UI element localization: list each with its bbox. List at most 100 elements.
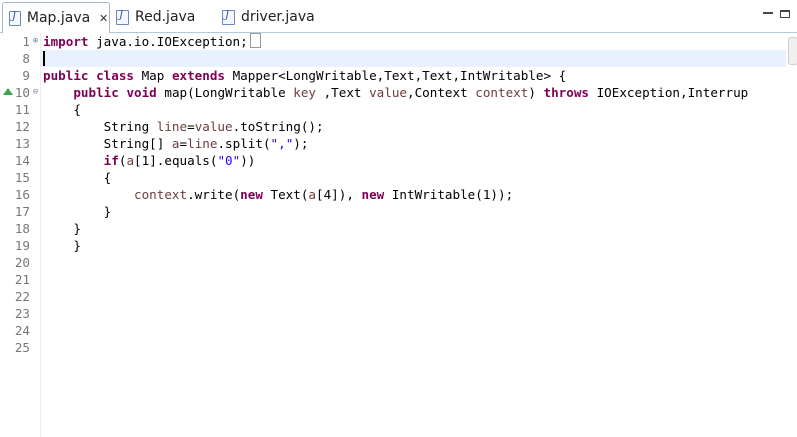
- keyword: new: [240, 187, 263, 202]
- code-text: {: [73, 102, 81, 117]
- code-line: 10 ⊖ public void map(LongWritable key ,T…: [0, 84, 797, 101]
- code-line: 19 }: [0, 237, 797, 254]
- line-number: 20: [14, 255, 30, 270]
- minimize-icon[interactable]: [763, 12, 773, 16]
- keyword: extends: [171, 68, 226, 83]
- line-number: 13: [14, 136, 30, 151]
- local-variable: a: [308, 187, 316, 202]
- code-line: 14 if(a[1].equals("0")): [0, 152, 797, 169]
- code-text: .split(: [217, 136, 271, 151]
- keyword: public: [73, 85, 119, 100]
- code-line: 1 ⊕ import java.io.IOException;: [0, 33, 797, 50]
- code-line: 13 String[] a=line.split(",");: [0, 135, 797, 152]
- parameter: value: [194, 119, 233, 134]
- parameter: context: [475, 85, 529, 100]
- code-text: )): [240, 153, 256, 168]
- code-line: 25: [0, 339, 797, 356]
- code-line: 18 }: [0, 220, 797, 237]
- tab-label: Map.java: [26, 10, 91, 26]
- code-text: map(LongWritable: [156, 85, 294, 100]
- string-literal: ",": [270, 136, 294, 151]
- code-line: 9 public class Map extends Mapper<LongWr…: [0, 67, 797, 84]
- line-number: 25: [14, 340, 30, 355]
- code-text: [1].equals(: [134, 153, 218, 168]
- parameter: value: [369, 85, 408, 100]
- line-number: 22: [14, 289, 30, 304]
- code-text: String: [103, 119, 157, 134]
- code-text: ): [528, 85, 544, 100]
- code-text: String[]: [103, 136, 172, 151]
- expand-fold-icon[interactable]: ⊕: [31, 37, 40, 46]
- code-line: 21: [0, 271, 797, 288]
- maximize-icon[interactable]: [780, 10, 790, 18]
- code-text: =: [179, 136, 188, 151]
- tab-label: Red.java: [135, 9, 196, 25]
- line-number: 15: [14, 170, 30, 185]
- code-line: 11 {: [0, 101, 797, 118]
- code-line: 17 }: [0, 203, 797, 220]
- java-file-icon: [9, 10, 21, 26]
- local-variable: a: [126, 153, 135, 168]
- java-file-icon: [116, 9, 129, 25]
- code-text: .toString();: [232, 119, 324, 134]
- java-file-icon: [222, 9, 235, 25]
- line-number: 24: [14, 323, 30, 338]
- vertical-scrollbar[interactable]: [786, 33, 797, 437]
- keyword: throws: [543, 85, 590, 100]
- line-number: 19: [14, 238, 30, 253]
- keyword: class: [96, 68, 135, 83]
- tab-driver-java[interactable]: driver.java: [222, 2, 332, 32]
- code-line: 20: [0, 254, 797, 271]
- tab-red-java[interactable]: Red.java: [116, 2, 216, 32]
- code-text: IOException,Interrup: [589, 85, 749, 100]
- code-text: ,Text: [316, 85, 370, 100]
- keyword: public: [43, 68, 89, 83]
- line-number: 12: [14, 119, 30, 134]
- code-text: java.io.IOException;: [88, 34, 248, 49]
- line-number: 11: [14, 102, 30, 117]
- code-text: );: [293, 136, 309, 151]
- code-text: {: [103, 170, 112, 185]
- close-tab-icon[interactable]: ✕: [98, 12, 109, 25]
- code-text: ,Context: [407, 85, 476, 100]
- local-variable: line: [156, 119, 188, 134]
- tab-map-java[interactable]: Map.java ✕: [2, 2, 110, 33]
- code-text: }: [73, 221, 81, 236]
- string-literal: "0": [217, 153, 241, 168]
- keyword: void: [126, 85, 157, 100]
- keyword: if: [103, 153, 119, 168]
- line-number: 17: [14, 204, 30, 219]
- code-text: .write(: [187, 187, 241, 202]
- code-line: 22: [0, 288, 797, 305]
- code-line: 8: [0, 50, 797, 67]
- code-text: Mapper<LongWritable,Text,Text,IntWritabl…: [225, 68, 567, 83]
- line-number: 18: [14, 221, 30, 236]
- line-number: 14: [14, 153, 30, 168]
- parameter: key: [293, 85, 317, 100]
- line-number: 1: [22, 34, 30, 49]
- collapsed-imports-marker[interactable]: [249, 33, 261, 48]
- line-number: 23: [14, 306, 30, 321]
- code-line: 23: [0, 305, 797, 322]
- code-line: 12 String line=value.toString();: [0, 118, 797, 135]
- code-line: 15 {: [0, 169, 797, 186]
- code-text: Text(: [262, 187, 309, 202]
- code-line: 16 context.write(new Text(a[4]), new Int…: [0, 186, 797, 203]
- code-editor[interactable]: 1 ⊕ import java.io.IOException; 8 9 publ…: [0, 33, 797, 437]
- editor-tab-bar: Map.java ✕ Red.java driver.java: [0, 0, 797, 33]
- line-number: 10: [14, 85, 30, 100]
- line-number: 16: [14, 187, 30, 202]
- code-text: =: [187, 119, 195, 134]
- local-variable: line: [187, 136, 218, 151]
- code-line: 24: [0, 322, 797, 339]
- line-number: 21: [14, 272, 30, 287]
- code-text: [4]),: [316, 187, 362, 202]
- collapse-fold-icon[interactable]: ⊖: [31, 88, 40, 97]
- keyword: import: [43, 34, 89, 49]
- code-text: IntWritable(1));: [384, 187, 514, 202]
- scrollbar-thumb[interactable]: [788, 37, 797, 65]
- line-number: 8: [22, 51, 30, 66]
- line-number: 9: [22, 68, 30, 83]
- parameter: context: [134, 187, 188, 202]
- keyword: new: [361, 187, 385, 202]
